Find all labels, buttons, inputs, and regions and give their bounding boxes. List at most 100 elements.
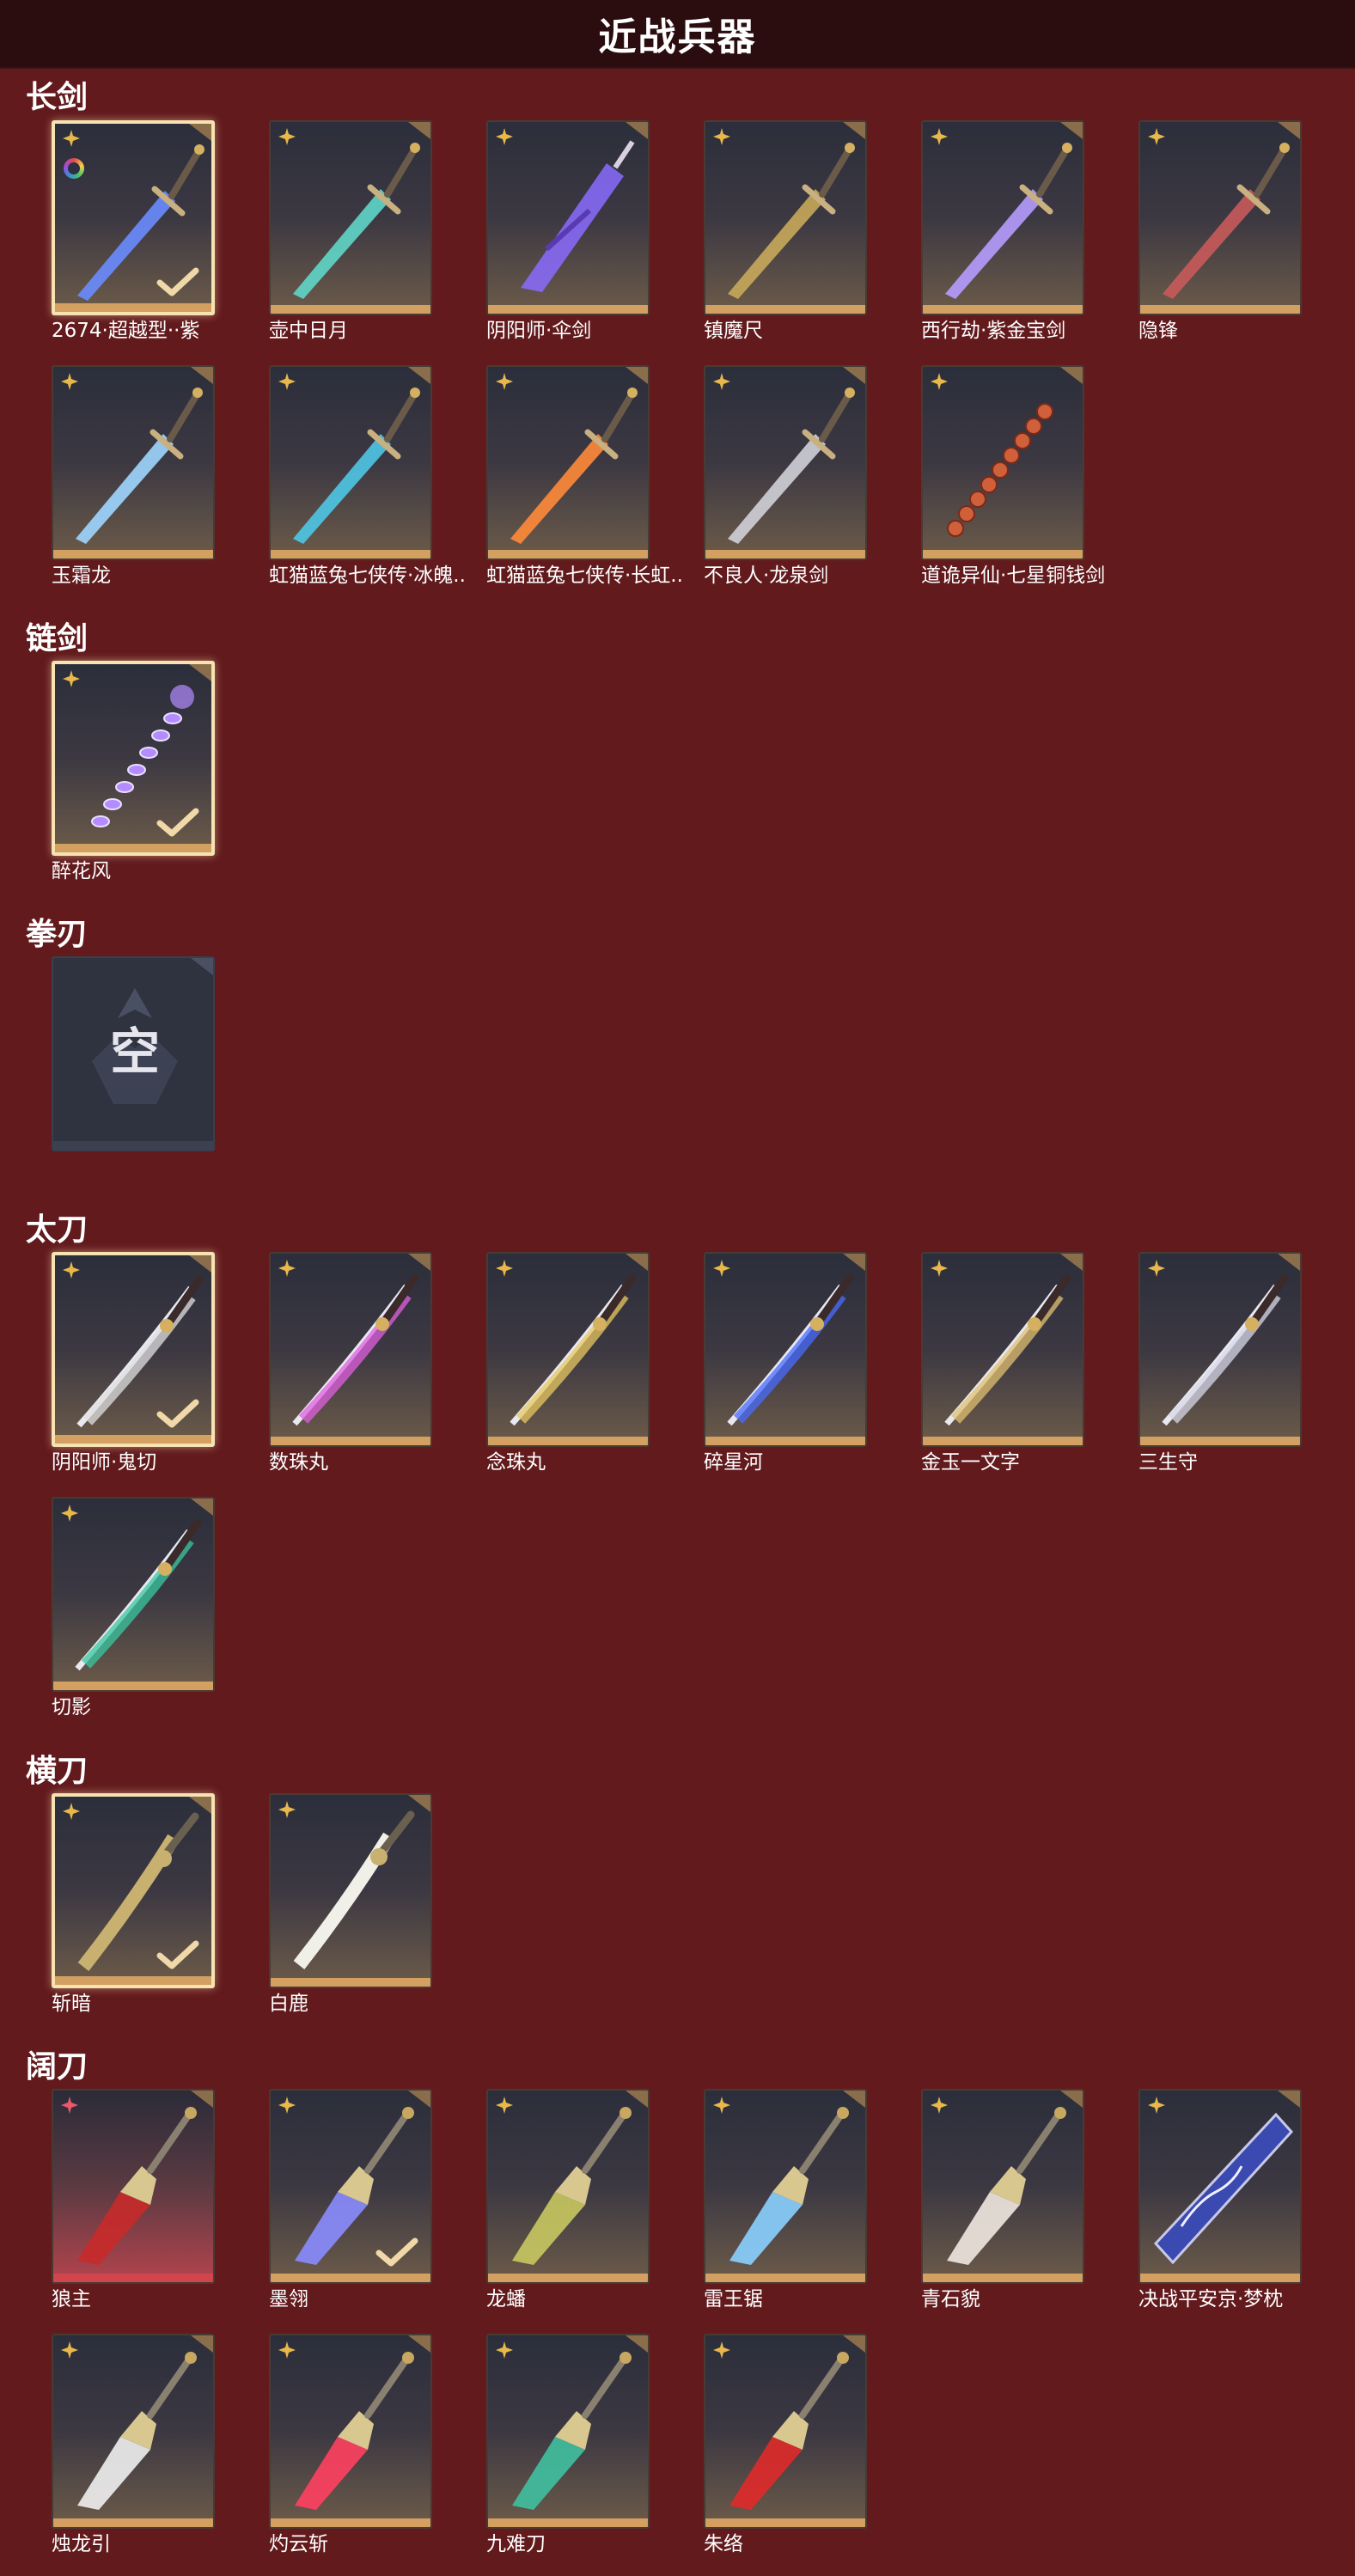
weapon-name: 烛龙引 [52, 2533, 111, 2555]
section-title-taidao: 太刀 [26, 1212, 89, 1248]
card-frame [486, 2334, 650, 2529]
weapon-card[interactable] [704, 365, 867, 560]
rarity-star-icon [61, 2341, 78, 2359]
card-frame [269, 2089, 432, 2284]
rarity-star-icon [278, 373, 296, 390]
weapon-card[interactable] [486, 365, 650, 560]
weapon-card[interactable] [1138, 2089, 1302, 2284]
weapon-card[interactable] [486, 2334, 650, 2529]
weapon-name: 切影 [52, 1696, 91, 1718]
card-frame [52, 661, 215, 856]
weapon-card[interactable] [269, 365, 432, 560]
weapon-name: 斩暗 [52, 1993, 91, 2015]
weapon-name: 2674·超越型··紫 [52, 320, 200, 342]
empty-weapon-slot[interactable]: 空 [52, 956, 215, 1151]
weapon-card[interactable] [921, 365, 1084, 560]
rarity-star-icon [931, 128, 948, 145]
weapon-card[interactable] [52, 2334, 215, 2529]
rarity-star-icon [496, 1260, 513, 1277]
card-frame [52, 1497, 215, 1692]
umbrella-sword-icon [521, 140, 635, 292]
card-frame: 空 [52, 956, 215, 1151]
sword-icon [945, 143, 1072, 299]
weapon-card[interactable] [704, 1252, 867, 1447]
weapon-name: 阴阳师·伞剑 [486, 320, 592, 342]
weapon-name: 镇魔尺 [704, 320, 763, 342]
weapon-card[interactable] [1138, 120, 1302, 315]
weapon-card[interactable] [52, 1497, 215, 1692]
weapon-card[interactable] [704, 2334, 867, 2529]
weapon-card[interactable] [52, 365, 215, 560]
broadsword-icon [512, 2352, 632, 2510]
weapon-name: 道诡异仙·七星铜钱剑 [921, 565, 1106, 587]
weapon-name: 西行劫·紫金宝剑 [921, 320, 1066, 342]
weapon-name: 朱络 [704, 2533, 743, 2555]
weapon-card[interactable] [52, 661, 215, 856]
card-frame [1138, 2089, 1302, 2284]
katana-icon [292, 1273, 419, 1426]
weapon-card[interactable] [1138, 1252, 1302, 1447]
broadsword-icon [512, 2107, 632, 2265]
rarity-star-icon [278, 1801, 296, 1818]
rarity-star-icon [496, 2097, 513, 2114]
card-frame [486, 120, 650, 315]
weapon-card[interactable] [704, 2089, 867, 2284]
rarity-star-icon [278, 1260, 296, 1277]
rarity-star-icon [61, 373, 78, 390]
equipped-check-icon [156, 1940, 199, 1969]
rarity-star-icon [278, 128, 296, 145]
weapon-card[interactable] [269, 120, 432, 315]
weapon-name: 不良人·龙泉剑 [704, 565, 829, 587]
rarity-star-icon [1148, 1260, 1165, 1277]
weapon-name: 虹猫蓝兔七侠传·长虹.. [486, 565, 683, 587]
broadsword-icon [295, 2352, 414, 2510]
card-frame [704, 120, 867, 315]
coin-sword-icon [947, 403, 1053, 537]
katana-icon [944, 1273, 1071, 1426]
rarity-star-icon [713, 1260, 730, 1277]
rarity-star-icon [61, 1505, 78, 1522]
weapon-name: 决战平安京·梦枕 [1138, 2288, 1284, 2310]
weapon-card[interactable] [52, 120, 215, 315]
weapon-card[interactable] [52, 1793, 215, 1988]
weapon-card[interactable] [921, 120, 1084, 315]
weapon-card[interactable] [486, 120, 650, 315]
card-frame [52, 2334, 215, 2529]
rarity-star-icon [931, 373, 948, 390]
weapon-name: 龙蟠 [486, 2288, 526, 2310]
weapon-card[interactable] [269, 1252, 432, 1447]
weapon-card[interactable] [486, 2089, 650, 2284]
weapon-name: 壶中日月 [269, 320, 348, 342]
weapon-card[interactable] [704, 120, 867, 315]
weapon-card[interactable] [269, 2334, 432, 2529]
broadsword-icon [729, 2107, 849, 2265]
weapon-name: 阴阳师·鬼切 [52, 1451, 157, 1474]
rarity-star-icon [496, 2341, 513, 2359]
empty-slot-label: 空 [109, 1022, 160, 1081]
rarity-star-icon [713, 128, 730, 145]
section-title-hengdao: 横刀 [26, 1754, 89, 1789]
page-title: 近战兵器 [598, 15, 757, 59]
rarity-star-icon [278, 2341, 296, 2359]
equipped-check-icon [156, 267, 199, 296]
katana-icon [727, 1273, 854, 1426]
rarity-star-icon [61, 2097, 78, 2114]
weapon-name: 白鹿 [269, 1993, 308, 2015]
weapon-card[interactable] [269, 2089, 432, 2284]
weapon-card[interactable] [921, 2089, 1084, 2284]
equipped-check-icon [375, 2237, 418, 2267]
card-frame [704, 2334, 867, 2529]
broadsword-icon [77, 2107, 197, 2265]
broadsword-icon [77, 2352, 197, 2510]
weapon-card[interactable] [52, 1252, 215, 1447]
weapon-card[interactable] [486, 1252, 650, 1447]
card-frame [921, 2089, 1084, 2284]
weapon-name: 碎星河 [704, 1451, 763, 1474]
weapon-card[interactable] [921, 1252, 1084, 1447]
card-frame [704, 1252, 867, 1447]
weapon-card[interactable] [269, 1793, 432, 1988]
equipped-check-icon [156, 808, 199, 837]
saber-icon [293, 1810, 415, 1969]
sword-icon [1163, 143, 1290, 299]
weapon-card[interactable] [52, 2089, 215, 2284]
